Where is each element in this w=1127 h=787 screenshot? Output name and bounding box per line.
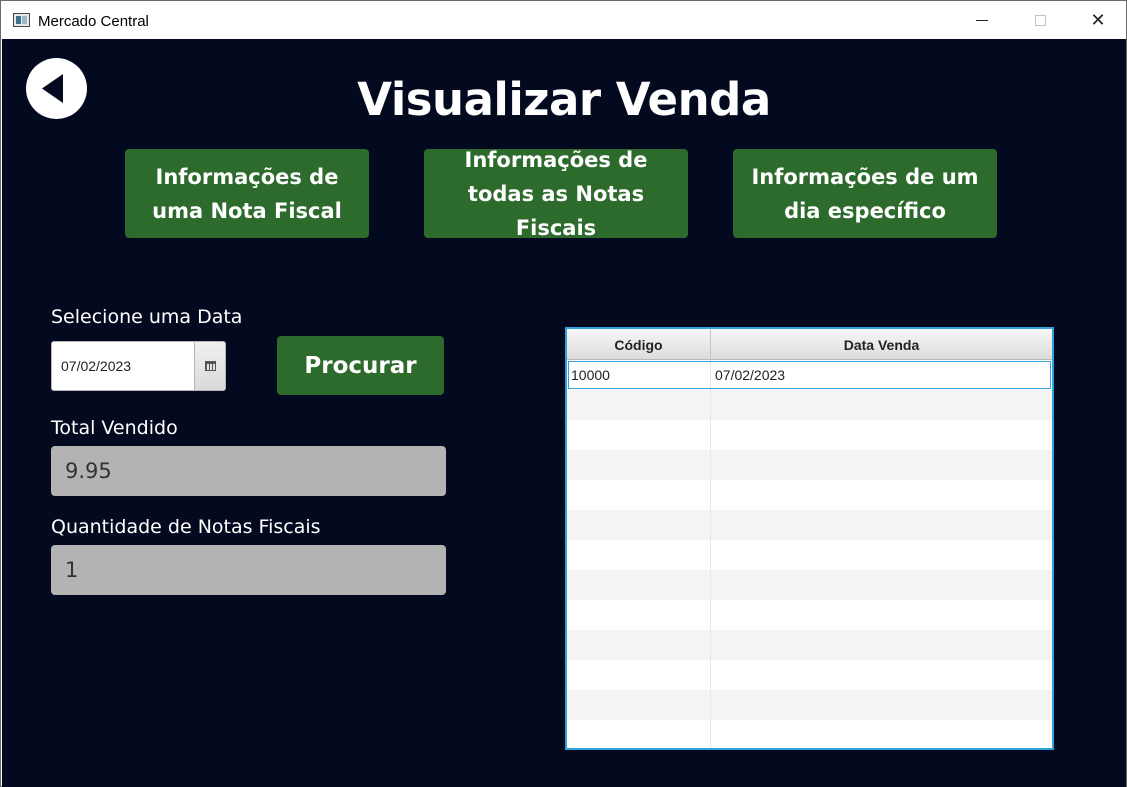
cell-codigo	[567, 540, 711, 570]
total-label: Total Vendido	[51, 417, 178, 439]
date-input[interactable]	[52, 342, 195, 390]
cell-data-venda	[711, 450, 1052, 480]
table-header: Código Data Venda	[567, 329, 1052, 360]
cell-codigo	[567, 690, 711, 720]
nota-fiscal-button[interactable]: Informações de uma Nota Fiscal	[125, 149, 369, 238]
close-button[interactable]: ✕	[1069, 2, 1127, 39]
calendar-icon	[204, 361, 216, 371]
cell-data-venda	[711, 390, 1052, 420]
window-title: Mercado Central	[38, 13, 149, 30]
app-window: Mercado Central ✕ Visualizar Venda Infor…	[0, 0, 1127, 787]
table-row[interactable]	[567, 600, 1052, 630]
sales-table[interactable]: Código Data Venda 10000 07/02/2023	[565, 327, 1054, 750]
table-row[interactable]	[567, 390, 1052, 420]
close-icon: ✕	[1090, 10, 1106, 30]
table-row[interactable]	[567, 510, 1052, 540]
cell-codigo	[567, 480, 711, 510]
dia-especifico-button[interactable]: Informações de um dia específico	[733, 149, 997, 238]
minimize-icon	[976, 20, 988, 21]
date-label: Selecione uma Data	[51, 306, 243, 328]
app-icon	[13, 13, 30, 27]
cell-codigo	[567, 720, 711, 748]
cell-data-venda	[711, 420, 1052, 450]
cell-codigo	[567, 450, 711, 480]
cell-codigo: 10000	[567, 360, 711, 390]
column-header-data-venda[interactable]: Data Venda	[711, 329, 1052, 360]
date-picker[interactable]	[51, 341, 226, 391]
table-row[interactable]	[567, 420, 1052, 450]
todas-notas-button[interactable]: Informações de todas as Notas Fiscais	[424, 148, 688, 240]
table-row[interactable]	[567, 720, 1052, 748]
table-body: 10000 07/02/2023	[567, 360, 1052, 748]
cell-data-venda	[711, 480, 1052, 510]
cell-codigo	[567, 630, 711, 660]
quantity-field[interactable]: 1	[51, 545, 446, 595]
cell-codigo	[567, 600, 711, 630]
cell-data-venda	[711, 540, 1052, 570]
quantity-label: Quantidade de Notas Fiscais	[51, 516, 321, 538]
cell-codigo	[567, 420, 711, 450]
table-row[interactable]	[567, 450, 1052, 480]
maximize-icon	[1034, 15, 1046, 26]
cell-data-venda: 07/02/2023	[715, 367, 786, 383]
minimize-button[interactable]	[953, 2, 1011, 39]
cell-data-venda	[711, 570, 1052, 600]
cell-data-venda	[711, 690, 1052, 720]
cell-codigo	[567, 570, 711, 600]
table-row[interactable]	[567, 660, 1052, 690]
main-content: Visualizar Venda Informações de uma Nota…	[2, 39, 1126, 787]
column-header-codigo[interactable]: Código	[567, 329, 711, 360]
cell-data-venda	[711, 630, 1052, 660]
table-row[interactable]	[567, 690, 1052, 720]
calendar-button[interactable]	[194, 342, 225, 390]
table-row[interactable]	[567, 540, 1052, 570]
cell-data-venda	[711, 510, 1052, 540]
table-row[interactable]	[567, 630, 1052, 660]
cell-data-venda	[711, 720, 1052, 748]
table-row[interactable]	[567, 480, 1052, 510]
cell-data-venda	[711, 660, 1052, 690]
total-field[interactable]: 9.95	[51, 446, 446, 496]
table-row[interactable]: 10000 07/02/2023	[567, 360, 1052, 390]
cell-data-venda	[711, 600, 1052, 630]
table-row[interactable]	[567, 570, 1052, 600]
cell-codigo	[567, 510, 711, 540]
title-bar[interactable]: Mercado Central ✕	[2, 2, 1126, 39]
maximize-button[interactable]	[1011, 2, 1069, 39]
search-button[interactable]: Procurar	[277, 336, 444, 395]
cell-codigo	[567, 660, 711, 690]
page-title: Visualizar Venda	[357, 73, 771, 126]
cell-codigo	[567, 390, 711, 420]
